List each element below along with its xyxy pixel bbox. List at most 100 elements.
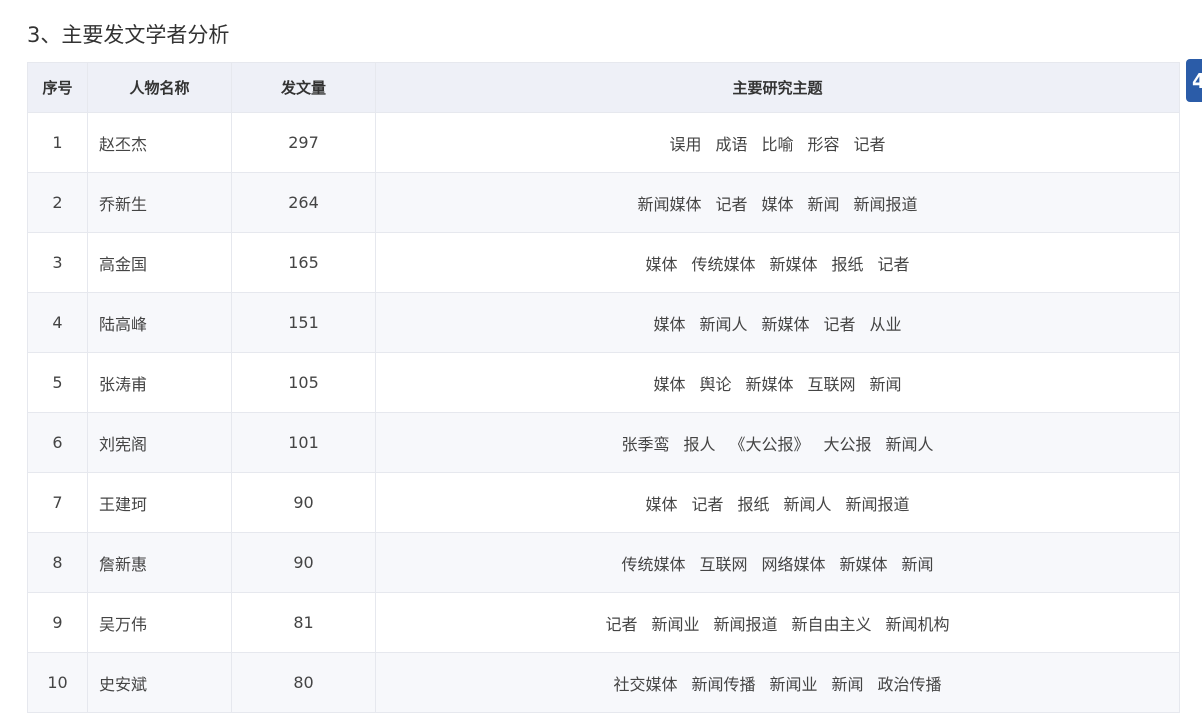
publication-count: 101 (231, 412, 376, 473)
research-topics: 记者 新闻业 新闻报道 新自由主义 新闻机构 (375, 592, 1180, 653)
topic-keyword-link[interactable]: 新闻传播 (691, 671, 755, 695)
topic-keyword-link[interactable]: 记者 (691, 491, 723, 515)
research-topics: 误用 成语 比喻 形容 记者 (375, 112, 1180, 173)
scholar-name-link[interactable]: 史安斌 (87, 652, 232, 713)
scholar-name-link[interactable]: 王建珂 (87, 472, 232, 533)
topic-keyword-link[interactable]: 比喻 (761, 131, 793, 155)
topic-keyword-link[interactable]: 报纸 (737, 491, 769, 515)
topic-keyword-link[interactable]: 从业 (870, 311, 902, 335)
topic-keyword-link[interactable]: 舆论 (699, 371, 731, 395)
header-topics: 主要研究主题 (375, 62, 1180, 113)
research-topics: 媒体 舆论 新媒体 互联网 新闻 (375, 352, 1180, 413)
topic-keyword-link[interactable]: 媒体 (761, 191, 793, 215)
topic-keyword-link[interactable]: 传统媒体 (691, 251, 755, 275)
scholar-name-link[interactable]: 刘宪阁 (87, 412, 232, 473)
topic-keyword-link[interactable]: 互联网 (808, 371, 856, 395)
topic-keyword-link[interactable]: 新闻报道 (846, 491, 910, 515)
table-row: 3 高金国 165 媒体 传统媒体 新媒体 报纸 记者 (27, 232, 1180, 293)
topic-keyword-link[interactable]: 政治传播 (878, 671, 942, 695)
topic-keyword-link[interactable]: 记者 (854, 131, 886, 155)
topic-keyword-link[interactable]: 互联网 (699, 551, 747, 575)
scholar-name-link[interactable]: 吴万伟 (87, 592, 232, 653)
topic-keyword-link[interactable]: 新媒体 (840, 551, 888, 575)
topic-keyword-link[interactable]: 新闻 (808, 191, 840, 215)
topic-keyword-link[interactable]: 新闻业 (769, 671, 817, 695)
topic-keyword-link[interactable]: 网络媒体 (761, 551, 825, 575)
topic-keyword-link[interactable]: 记者 (878, 251, 910, 275)
topic-keyword-link[interactable]: 记者 (824, 311, 856, 335)
table-row: 1 赵丕杰 297 误用 成语 比喻 形容 记者 (27, 112, 1180, 173)
research-topics: 社交媒体 新闻传播 新闻业 新闻 政治传播 (375, 652, 1180, 713)
topic-keyword-link[interactable]: 新媒体 (745, 371, 793, 395)
research-topics: 媒体 传统媒体 新媒体 报纸 记者 (375, 232, 1180, 293)
topic-keyword-link[interactable]: 张季鸾 (621, 431, 669, 455)
scholar-name-link[interactable]: 乔新生 (87, 172, 232, 233)
topic-keyword-link[interactable]: 新闻人 (886, 431, 934, 455)
row-index: 6 (27, 412, 88, 473)
topic-keyword-link[interactable]: 新媒体 (769, 251, 817, 275)
row-index: 10 (27, 652, 88, 713)
topic-keyword-link[interactable]: 记者 (715, 191, 747, 215)
topic-keyword-link[interactable]: 新闻 (870, 371, 902, 395)
topic-keyword-link[interactable]: 社交媒体 (613, 671, 677, 695)
section-title: 3、主要发文学者分析 (27, 23, 230, 47)
table-row: 4 陆高峰 151 媒体 新闻人 新媒体 记者 从业 (27, 292, 1180, 353)
topic-keyword-link[interactable]: 新闻报道 (713, 611, 777, 635)
topic-keyword-link[interactable]: 媒体 (645, 491, 677, 515)
header-name: 人物名称 (87, 62, 232, 113)
topic-keyword-link[interactable]: 误用 (669, 131, 701, 155)
topic-keyword-link[interactable]: 媒体 (653, 371, 685, 395)
topic-keyword-link[interactable]: 传统媒体 (621, 551, 685, 575)
scholar-name-link[interactable]: 陆高峰 (87, 292, 232, 353)
topic-keyword-link[interactable]: 新闻人 (699, 311, 747, 335)
topic-keyword-link[interactable]: 大公报 (824, 431, 872, 455)
topic-keyword-link[interactable]: 媒体 (653, 311, 685, 335)
topic-keyword-link[interactable]: 新闻报道 (854, 191, 918, 215)
topic-keyword-link[interactable]: 成语 (715, 131, 747, 155)
publication-count: 105 (231, 352, 376, 413)
topic-keyword-link[interactable]: 新自由主义 (792, 611, 872, 635)
table-row: 10 史安斌 80 社交媒体 新闻传播 新闻业 新闻 政治传播 (27, 652, 1180, 713)
header-index: 序号 (27, 62, 88, 113)
topic-keyword-link[interactable]: 新闻人 (784, 491, 832, 515)
row-index: 1 (27, 112, 88, 173)
topic-keyword-link[interactable]: 新闻 (832, 671, 864, 695)
row-index: 5 (27, 352, 88, 413)
row-index: 3 (27, 232, 88, 293)
publication-count: 264 (231, 172, 376, 233)
topic-keyword-link[interactable]: 新媒体 (761, 311, 809, 335)
table-row: 6 刘宪阁 101 张季鸾 报人 《大公报》 大公报 新闻人 (27, 412, 1180, 473)
row-index: 8 (27, 532, 88, 593)
publication-count: 297 (231, 112, 376, 173)
side-tab[interactable]: 4 (1186, 59, 1202, 102)
topic-keyword-link[interactable]: 新闻机构 (886, 611, 950, 635)
publication-count: 165 (231, 232, 376, 293)
publication-count: 90 (231, 532, 376, 593)
publication-count: 81 (231, 592, 376, 653)
topic-keyword-link[interactable]: 新闻媒体 (637, 191, 701, 215)
research-topics: 传统媒体 互联网 网络媒体 新媒体 新闻 (375, 532, 1180, 593)
row-index: 9 (27, 592, 88, 653)
scholar-name-link[interactable]: 高金国 (87, 232, 232, 293)
scholar-name-link[interactable]: 张涛甫 (87, 352, 232, 413)
topic-keyword-link[interactable]: 形容 (808, 131, 840, 155)
table-row: 8 詹新惠 90 传统媒体 互联网 网络媒体 新媒体 新闻 (27, 532, 1180, 593)
table-row: 5 张涛甫 105 媒体 舆论 新媒体 互联网 新闻 (27, 352, 1180, 413)
table-row: 7 王建珂 90 媒体 记者 报纸 新闻人 新闻报道 (27, 472, 1180, 533)
topic-keyword-link[interactable]: 媒体 (645, 251, 677, 275)
table-row: 9 吴万伟 81 记者 新闻业 新闻报道 新自由主义 新闻机构 (27, 592, 1180, 653)
scholar-name-link[interactable]: 赵丕杰 (87, 112, 232, 173)
scholars-table-container: 序号 人物名称 发文量 主要研究主题 1 赵丕杰 297 误用 成语 比喻 形容 记者 2 乔新生… (27, 62, 1180, 713)
topic-keyword-link[interactable]: 报人 (683, 431, 715, 455)
table-body: 1 赵丕杰 297 误用 成语 比喻 形容 记者 2 乔新生 264 新闻媒体 记者 媒体 新闻 新闻报道 3 高… (27, 112, 1180, 713)
topic-keyword-link[interactable]: 新闻 (902, 551, 934, 575)
table-header-row: 序号 人物名称 发文量 主要研究主题 (27, 62, 1180, 113)
topic-keyword-link[interactable]: 新闻业 (651, 611, 699, 635)
topic-keyword-link[interactable]: 《大公报》 (729, 431, 809, 455)
scholar-name-link[interactable]: 詹新惠 (87, 532, 232, 593)
topic-keyword-link[interactable]: 报纸 (832, 251, 864, 275)
topic-keyword-link[interactable]: 记者 (605, 611, 637, 635)
research-topics: 媒体 新闻人 新媒体 记者 从业 (375, 292, 1180, 353)
research-topics: 新闻媒体 记者 媒体 新闻 新闻报道 (375, 172, 1180, 233)
table-row: 2 乔新生 264 新闻媒体 记者 媒体 新闻 新闻报道 (27, 172, 1180, 233)
